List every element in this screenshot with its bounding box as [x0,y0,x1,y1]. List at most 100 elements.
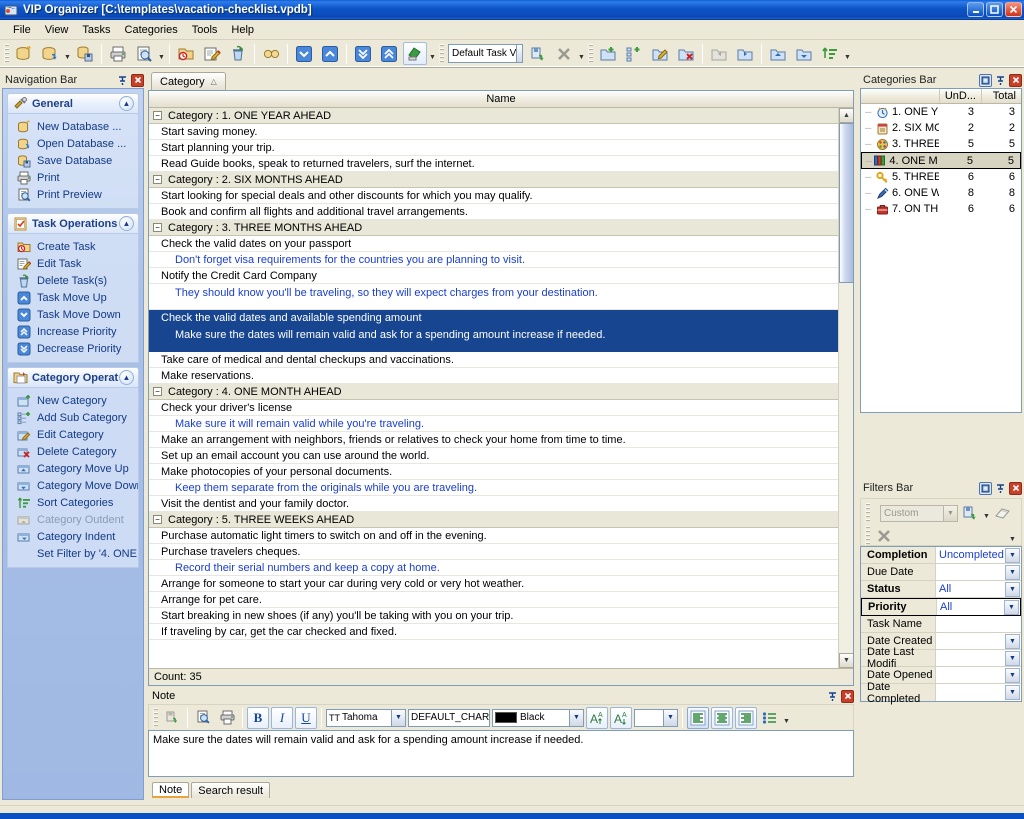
nav-item-open-database[interactable]: Open Database ... [8,135,138,152]
category-list-item[interactable]: ─ 7. ON THE DAY 6 6 [861,201,1021,217]
menu-item-categories[interactable]: Categories [118,22,185,38]
task-row[interactable]: Make reservations. [149,368,839,384]
category-list-item[interactable]: ─ 3. THREE MON 5 5 [861,136,1021,152]
toolbar-grip[interactable] [588,43,593,64]
category-list-item[interactable]: ─ 6. ONE WEEK . 8 8 [861,185,1021,201]
note-editor[interactable]: Make sure the dates will remain valid an… [148,730,854,777]
clear-filter-icon[interactable] [992,502,1014,524]
find-task-icon[interactable] [259,42,283,65]
scroll-up-icon[interactable]: ▲ [839,108,853,123]
category-row[interactable]: − Category : 1. ONE YEAR AHEAD [149,108,839,124]
task-row[interactable]: Read Guide books, speak to returned trav… [149,156,839,172]
note-preview-icon[interactable] [192,707,214,729]
note-row[interactable]: Don't forget visa requirements for the c… [149,252,839,268]
bold-button[interactable]: B [247,706,269,729]
chevron-down-icon[interactable]: ▼ [516,45,522,62]
nav-item-edit-category[interactable]: Edit Category [8,426,138,443]
collapse-icon[interactable]: − [153,223,162,232]
nav-item-delete-tasks[interactable]: Delete Task(s) [8,272,138,289]
category-list-item[interactable]: ─ 2. SIX MONTH: 2 2 [861,120,1021,136]
task-row[interactable]: Start breaking in new shoes (if any) you… [149,608,839,624]
filter-row-task-name[interactable]: Task Name [861,616,1021,633]
nav-item-delete-category[interactable]: Delete Category [8,443,138,460]
nav-item-task-move-down[interactable]: Task Move Down [8,306,138,323]
nav-item-new-database[interactable]: New Database ... [8,118,138,135]
chevron-down-icon[interactable]: ▼ [569,709,583,726]
filter-row-due-date[interactable]: Due Date ▼ [861,564,1021,581]
note-row-selected[interactable]: Make sure the dates will remain valid an… [149,326,839,352]
note-row[interactable]: Make sure it will remain valid while you… [149,416,839,432]
new-category-icon[interactable] [596,42,620,65]
nav-item-print[interactable]: Print [8,169,138,186]
chevron-down-icon[interactable]: ▼ [1004,599,1019,615]
task-row[interactable]: Start planning your trip. [149,140,839,156]
task-grid-body[interactable]: − Category : 1. ONE YEAR AHEAD Start savi… [149,108,839,668]
nav-item-set-filter[interactable]: Set Filter by '4. ONE MON... [8,545,138,562]
menu-item-tasks[interactable]: Tasks [75,22,117,38]
category-list-item[interactable]: ─ 1. ONE YEAR A 3 3 [861,104,1021,120]
nav-item-category-move-down[interactable]: Category Move Down [8,477,138,494]
pin-icon[interactable] [116,74,129,87]
menu-item-view[interactable]: View [38,22,76,38]
task-row[interactable]: Set up an email account you can use arou… [149,448,839,464]
task-row[interactable]: Start looking for special deals and othe… [149,188,839,204]
chevron-down-icon[interactable]: ▼ [391,709,405,726]
category-list-item-selected[interactable]: ─ 4. ONE MONTH 5 5 [861,152,1021,169]
tab-search-result[interactable]: Search result [191,782,271,798]
toolbar-grip[interactable] [153,707,158,728]
note-print-icon[interactable] [216,707,238,729]
filter-row-date-last-modified[interactable]: Date Last Modifi ▼ [861,646,1021,670]
pin-icon[interactable] [994,482,1007,495]
nav-item-create-task[interactable]: Create Task [8,238,138,255]
task-row[interactable]: Start saving money. [149,124,839,140]
column-header-total[interactable]: Total [981,89,1021,103]
print-icon[interactable] [106,42,130,65]
edit-task-icon[interactable] [200,42,224,65]
menu-item-tools[interactable]: Tools [185,22,225,38]
open-database-icon[interactable] [38,42,62,65]
close-icon[interactable] [1009,481,1022,495]
print-preview-icon[interactable] [132,42,156,65]
collapse-icon[interactable]: − [153,515,162,524]
category-list-item[interactable]: ─ 5. THREE WEE 6 6 [861,169,1021,185]
create-task-icon[interactable] [174,42,198,65]
chevron-down-icon[interactable]: ▼ [1005,547,1020,563]
task-row[interactable]: Make photocopies of your personal docume… [149,464,839,480]
category-dropdown-icon[interactable]: ▼ [843,42,852,65]
collapse-icon[interactable]: − [153,111,162,120]
delete-task-icon[interactable] [226,42,250,65]
chevron-down-icon[interactable]: ▼ [1005,633,1020,649]
category-move-down-icon[interactable] [792,42,816,65]
toolbar-grip[interactable] [865,502,870,523]
menu-item-file[interactable]: File [6,22,38,38]
font-size-combo[interactable]: ▼ [634,708,678,727]
task-row[interactable]: Check the valid dates on your passport [149,236,839,252]
task-row[interactable]: Check your driver's license [149,400,839,416]
nav-group-category-operations-header[interactable]: Category Operati... ▲ [7,367,139,388]
underline-button[interactable]: U [295,706,317,729]
close-icon[interactable] [131,73,144,87]
note-row[interactable]: They should know you'll be traveling, so… [149,284,839,310]
save-database-icon[interactable] [73,42,97,65]
decrease-priority-icon[interactable] [351,42,375,65]
task-move-down-icon[interactable] [292,42,316,65]
filter-row-priority[interactable]: Priority All ▼ [861,598,1021,616]
nav-item-save-database[interactable]: Save Database [8,152,138,169]
restore-icon[interactable] [979,73,992,87]
scroll-down-icon[interactable]: ▼ [839,653,853,668]
align-right-button[interactable] [735,706,757,729]
task-row[interactable]: Purchase travelers cheques. [149,544,839,560]
chevron-down-icon[interactable]: ▼ [489,710,490,726]
chevron-down-icon[interactable]: ▼ [943,506,957,521]
task-row[interactable]: Visit the dentist and your family doctor… [149,496,839,512]
filter-row-date-completed[interactable]: Date Completed ▼ [861,681,1021,705]
pin-icon[interactable] [826,690,839,703]
tab-note[interactable]: Note [152,782,190,798]
note-row[interactable]: Record their serial numbers and keep a c… [149,560,839,576]
nav-item-increase-priority[interactable]: Increase Priority [8,323,138,340]
increase-priority-icon[interactable] [377,42,401,65]
reset-filter-icon[interactable] [873,525,895,547]
task-row[interactable]: Make an arrangement with neighbors, frie… [149,432,839,448]
chevron-down-icon[interactable]: ▼ [1005,685,1020,700]
column-header-undone[interactable]: UnD... [939,89,981,103]
